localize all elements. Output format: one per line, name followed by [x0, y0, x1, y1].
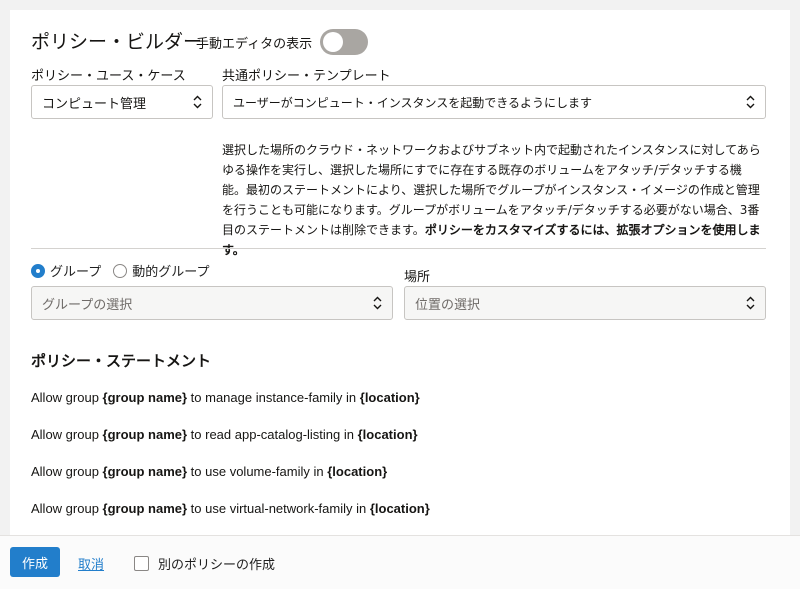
toggle-knob	[323, 32, 344, 52]
policy-statement: Allow group {group name} to manage insta…	[31, 390, 420, 405]
location-select-placeholder: 位置の選択	[415, 297, 481, 313]
group-type-radio-group: グループ 動的グループ	[31, 261, 221, 280]
manual-editor-label: 手動エディタの表示	[196, 36, 313, 52]
statement-text: Allow group	[31, 427, 103, 442]
use-case-label: ポリシー・ユース・ケース	[31, 69, 186, 84]
statement-text: to use virtual-network-family in	[187, 501, 370, 516]
cancel-link[interactable]: 取消	[78, 554, 104, 573]
radio-dynamic-group[interactable]: 動的グループ	[113, 261, 209, 280]
divider	[31, 248, 766, 249]
chevron-up-down-icon	[372, 295, 382, 311]
radio-dynamic-group-label: 動的グループ	[132, 265, 210, 280]
manual-editor-toggle-group: 手動エディタの表示	[196, 29, 369, 55]
footer-bar: 作成 取消 別のポリシーの作成	[0, 535, 800, 589]
statement-location: {location}	[359, 390, 420, 405]
statement-group: {group name}	[102, 501, 188, 516]
template-select[interactable]: ユーザーがコンピュート・インスタンスを起動できるようにします	[222, 85, 766, 119]
policy-statement: Allow group {group name} to use volume-f…	[31, 464, 387, 479]
policy-builder-panel: ポリシー・ビルダー 手動エディタの表示 ポリシー・ユース・ケース コンピュート管…	[10, 10, 790, 535]
radio-selected-icon	[31, 263, 45, 278]
template-description: 選択した場所のクラウド・ネットワークおよびサブネット内で起動されたインスタンスに…	[222, 140, 762, 260]
statement-group: {group name}	[102, 427, 188, 442]
create-button[interactable]: 作成	[10, 547, 60, 577]
radio-unselected-icon	[113, 263, 128, 278]
statement-text: to use volume-family in	[187, 464, 328, 479]
statement-text: to manage instance-family in	[187, 390, 360, 405]
policy-statement: Allow group {group name} to use virtual-…	[31, 501, 430, 516]
page-title: ポリシー・ビルダー	[31, 31, 203, 53]
radio-group[interactable]: グループ	[31, 261, 101, 280]
group-select-placeholder: グループの選択	[42, 297, 133, 313]
title-row: ポリシー・ビルダー	[31, 27, 202, 54]
statement-group: {group name}	[102, 390, 188, 405]
create-another-checkbox[interactable]	[134, 556, 149, 571]
template-value: ユーザーがコンピュート・インスタンスを起動できるようにします	[233, 95, 593, 110]
use-case-value: コンピュート管理	[42, 96, 147, 112]
create-another-label: 別のポリシーの作成	[158, 558, 276, 573]
statement-location: {location}	[327, 464, 388, 479]
radio-group-label: グループ	[50, 265, 102, 280]
group-select[interactable]: グループの選択	[31, 286, 393, 320]
chevron-up-down-icon	[745, 295, 755, 311]
statement-text: Allow group	[31, 464, 103, 479]
template-label: 共通ポリシー・テンプレート	[222, 69, 391, 84]
statement-group: {group name}	[102, 464, 188, 479]
policy-statements-title: ポリシー・ステートメント	[31, 352, 212, 370]
statement-text: Allow group	[31, 501, 103, 516]
create-another-checkbox-row[interactable]: 別のポリシーの作成	[134, 554, 275, 573]
manual-editor-toggle[interactable]	[320, 29, 369, 55]
use-case-select[interactable]: コンピュート管理	[31, 85, 213, 119]
chevron-up-down-icon	[745, 94, 755, 110]
statement-location: {location}	[357, 427, 418, 442]
statement-text: Allow group	[31, 390, 103, 405]
statement-location: {location}	[369, 501, 430, 516]
statement-text: to read app-catalog-listing in	[187, 427, 358, 442]
policy-statement: Allow group {group name} to read app-cat…	[31, 427, 418, 442]
chevron-up-down-icon	[192, 94, 202, 110]
location-label: 場所	[404, 270, 431, 285]
location-select[interactable]: 位置の選択	[404, 286, 766, 320]
